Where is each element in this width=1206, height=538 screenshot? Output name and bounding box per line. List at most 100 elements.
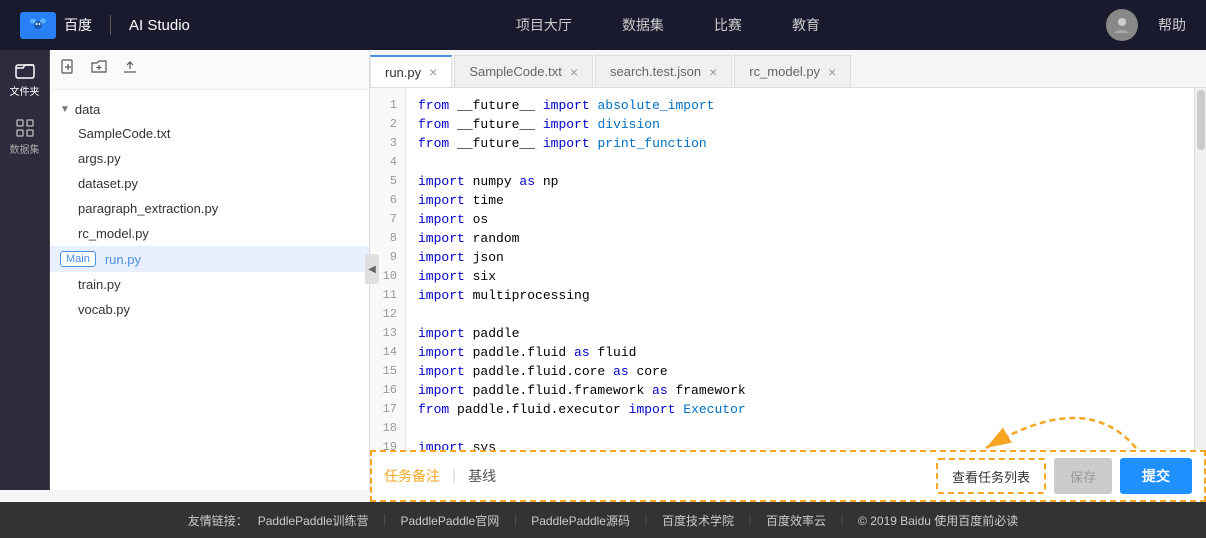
- footer-sep-0: ｜: [378, 512, 390, 529]
- nav-item-datasets[interactable]: 数据集: [622, 15, 664, 35]
- upload-icon[interactable]: [122, 59, 138, 80]
- help-link[interactable]: 帮助: [1158, 15, 1186, 35]
- folder-data[interactable]: ▼ data: [50, 98, 369, 121]
- upload-svg: [122, 59, 138, 75]
- submit-button[interactable]: 提交: [1120, 458, 1192, 494]
- datasets-icon: [15, 118, 35, 138]
- footer-link-2[interactable]: PaddlePaddle源码: [531, 512, 630, 529]
- new-folder-icon[interactable]: [91, 59, 107, 80]
- code-line-8: import random: [418, 229, 1182, 248]
- code-line-10: import six: [418, 267, 1182, 286]
- file-name-vocab: vocab.py: [78, 302, 130, 317]
- file-name-samplecode: SampleCode.txt: [78, 126, 171, 141]
- nav-item-projects[interactable]: 项目大厅: [516, 15, 572, 35]
- tab-rcmodel[interactable]: rc_model.py ×: [734, 55, 851, 87]
- footer-link-0[interactable]: PaddlePaddle训练营: [258, 512, 369, 529]
- code-line-6: import time: [418, 191, 1182, 210]
- tab-label-searchtestjson: search.test.json: [610, 64, 701, 79]
- code-line-18: [418, 419, 1182, 438]
- vertical-scrollbar[interactable]: [1194, 88, 1206, 490]
- scrollbar-thumb: [1197, 90, 1205, 150]
- logo-area: 百度 AI Studio: [20, 12, 190, 39]
- code-lines: from __future__ import absolute_import f…: [406, 88, 1194, 490]
- footer: 友情链接： PaddlePaddle训练营 ｜ PaddlePaddle官网 ｜…: [0, 502, 1206, 538]
- code-line-11: import multiprocessing: [418, 286, 1182, 305]
- code-line-16: import paddle.fluid.framework as framewo…: [418, 381, 1182, 400]
- file-item-args[interactable]: args.py: [50, 146, 369, 171]
- bottom-action-bar: 任务备注 | 基线 查看任务列表 保存 提交: [370, 450, 1206, 502]
- avatar[interactable]: [1106, 9, 1138, 41]
- tab-label-runpy: run.py: [385, 65, 421, 80]
- tab-searchtestjson[interactable]: search.test.json ×: [595, 55, 732, 87]
- file-item-dataset[interactable]: dataset.py: [50, 171, 369, 196]
- file-item-paragraph[interactable]: paragraph_extraction.py: [50, 196, 369, 221]
- save-button[interactable]: 保存: [1054, 458, 1112, 494]
- file-item-vocab[interactable]: vocab.py: [50, 297, 369, 322]
- sidebar-item-datasets[interactable]: 数据集: [10, 118, 40, 156]
- collapse-panel-arrow[interactable]: ◀: [365, 254, 379, 284]
- file-item-runpy[interactable]: Main run.py: [50, 246, 369, 272]
- code-line-14: import paddle.fluid as fluid: [418, 343, 1182, 362]
- file-name-dataset: dataset.py: [78, 176, 138, 191]
- page-container: 百度 AI Studio 项目大厅 数据集 比赛 教育 帮助: [0, 0, 1206, 538]
- code-line-4: [418, 153, 1182, 172]
- view-tasks-button[interactable]: 查看任务列表: [936, 458, 1046, 494]
- code-line-15: import paddle.fluid.core as core: [418, 362, 1182, 381]
- file-item-samplecode[interactable]: SampleCode.txt: [50, 121, 369, 146]
- tab-bar: run.py × SampleCode.txt × search.test.js…: [370, 50, 1206, 88]
- file-tree: ▼ data SampleCode.txt args.py dataset.py…: [50, 90, 369, 490]
- folder-arrow: ▼: [60, 104, 70, 115]
- code-line-5: import numpy as np: [418, 172, 1182, 191]
- new-file-icon[interactable]: [60, 59, 76, 80]
- nav-item-competition[interactable]: 比赛: [714, 15, 742, 35]
- code-line-3: from __future__ import print_function: [418, 134, 1182, 153]
- folder-icon: [15, 60, 35, 80]
- tab-runpy[interactable]: run.py ×: [370, 55, 452, 87]
- file-name-args: args.py: [78, 151, 121, 166]
- logo-divider: [110, 15, 111, 35]
- folder-name: data: [75, 102, 100, 117]
- file-name-rcmodel: rc_model.py: [78, 226, 149, 241]
- brand-text: 百度: [64, 15, 92, 35]
- code-line-9: import json: [418, 248, 1182, 267]
- new-file-svg: [60, 59, 76, 75]
- footer-link-4[interactable]: 百度效率云: [766, 512, 826, 529]
- main-layout: 文件夹 数据集: [0, 50, 1206, 490]
- footer-prefix: 友情链接：: [188, 512, 248, 529]
- footer-link-1[interactable]: PaddlePaddle官网: [400, 512, 499, 529]
- datasets-label: 数据集: [10, 141, 40, 156]
- nav-item-education[interactable]: 教育: [792, 15, 820, 35]
- baidu-logo: [20, 12, 56, 39]
- new-folder-svg: [91, 59, 107, 75]
- tab-samplecode[interactable]: SampleCode.txt ×: [454, 55, 593, 87]
- code-line-17: from paddle.fluid.executor import Execut…: [418, 400, 1182, 419]
- file-item-train[interactable]: train.py: [50, 272, 369, 297]
- top-nav: 百度 AI Studio 项目大厅 数据集 比赛 教育 帮助: [0, 0, 1206, 50]
- footer-sep-2: ｜: [640, 512, 652, 529]
- footer-sep-4: ｜: [836, 512, 848, 529]
- file-name-train: train.py: [78, 277, 121, 292]
- code-line-1: from __future__ import absolute_import: [418, 96, 1182, 115]
- code-editor[interactable]: 1234 5678 9101112 13141516 17181920 2122…: [370, 88, 1206, 490]
- tab-close-samplecode[interactable]: ×: [570, 65, 578, 79]
- nav-items: 项目大厅 数据集 比赛 教育: [230, 15, 1106, 35]
- baidu-bear-icon: [26, 15, 50, 33]
- code-line-13: import paddle: [418, 324, 1182, 343]
- footer-sep-3: ｜: [744, 512, 756, 529]
- code-line-7: import os: [418, 210, 1182, 229]
- tab-label-rcmodel: rc_model.py: [749, 64, 820, 79]
- editor-area: run.py × SampleCode.txt × search.test.js…: [370, 50, 1206, 490]
- sidebar-item-files[interactable]: 文件夹: [10, 60, 40, 98]
- line-numbers: 1234 5678 9101112 13141516 17181920 2122…: [370, 88, 406, 490]
- tab-label-samplecode: SampleCode.txt: [469, 64, 562, 79]
- file-panel: ▼ data SampleCode.txt args.py dataset.py…: [50, 50, 370, 490]
- app-name: AI Studio: [129, 17, 190, 34]
- tab-close-runpy[interactable]: ×: [429, 65, 437, 79]
- tab-close-searchtestjson[interactable]: ×: [709, 65, 717, 79]
- task-note-label: 任务备注: [384, 466, 440, 486]
- footer-link-3[interactable]: 百度技术学院: [662, 512, 734, 529]
- file-toolbar: [50, 50, 369, 90]
- code-line-12: [418, 305, 1182, 324]
- file-item-rcmodel[interactable]: rc_model.py: [50, 221, 369, 246]
- tab-close-rcmodel[interactable]: ×: [828, 65, 836, 79]
